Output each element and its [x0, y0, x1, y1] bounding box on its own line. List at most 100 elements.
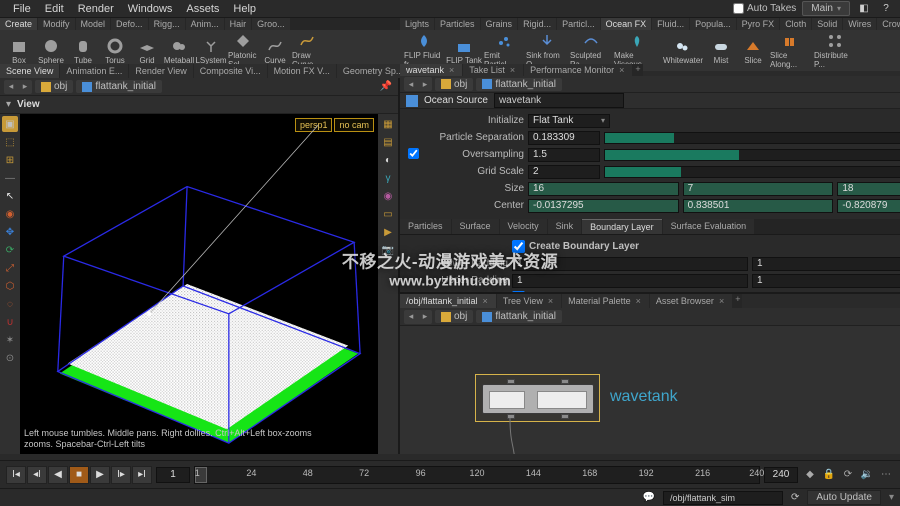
play-prevkey-icon[interactable]: ◂I — [27, 466, 47, 484]
play-end-icon[interactable]: ▸I — [132, 466, 152, 484]
tool-move-icon[interactable]: ✥ — [2, 224, 18, 240]
viewport-collapse-icon[interactable]: ▾ — [6, 99, 11, 110]
play-nextkey-icon[interactable]: I▸ — [111, 466, 131, 484]
tool-box[interactable]: Box — [4, 37, 34, 65]
tool-whitewater[interactable]: Whitewater — [662, 37, 704, 65]
help-icon[interactable]: ? — [878, 1, 894, 17]
np-nav-fwd[interactable]: ▸ — [418, 310, 432, 324]
ptab-sink[interactable]: Sink — [548, 219, 582, 234]
tl-lock-icon[interactable]: 🔒 — [821, 467, 837, 483]
tool-brush-icon[interactable]: ⬡ — [2, 278, 18, 294]
left-crumb-node[interactable]: flattank_initial — [76, 80, 162, 93]
pane-tab-takelist[interactable]: Take List× — [463, 64, 523, 76]
disp-gamma-icon[interactable]: γ — [380, 170, 396, 186]
np-crumb-node[interactable]: flattank_initial — [476, 310, 562, 323]
pane-tab-render-view[interactable]: Render View — [129, 64, 192, 78]
status-menu-icon[interactable]: ▾ — [889, 492, 894, 503]
center-x-input[interactable] — [528, 199, 679, 213]
auto-update-button[interactable]: Auto Update — [807, 490, 881, 505]
nptab-asset[interactable]: Asset Browser× — [650, 294, 732, 308]
psep-slider[interactable] — [604, 132, 900, 144]
node-graph-canvas[interactable]: wavetank — [400, 326, 900, 454]
oversamp-check[interactable] — [408, 148, 419, 159]
oversamp-input[interactable] — [528, 148, 600, 162]
center-y-input[interactable] — [683, 199, 834, 213]
shelf-tab-groo[interactable]: Groo... — [252, 18, 290, 30]
tool-handle-icon[interactable]: ⬚ — [2, 134, 18, 150]
tool-mist[interactable]: Mist — [706, 37, 736, 65]
play-stop-icon[interactable]: ■ — [69, 466, 89, 484]
shelf-tab-oceanfx[interactable]: Ocean FX — [601, 18, 652, 30]
pane-tab-geo-sp[interactable]: Geometry Sp... — [337, 64, 410, 78]
ru-nav-fwd[interactable]: ▸ — [418, 77, 432, 91]
tool-snap-icon[interactable]: ⊞ — [2, 152, 18, 168]
ptab-surface[interactable]: Surface — [452, 219, 499, 234]
shelf-tab-wires[interactable]: Wires — [843, 18, 876, 30]
disp-camera-icon[interactable]: 📷 — [380, 242, 396, 258]
psep-input[interactable] — [528, 131, 600, 145]
tl-realtime-icon[interactable]: ⟳ — [840, 467, 856, 483]
tl-options-icon[interactable]: ⋯ — [878, 467, 894, 483]
play-prev-icon[interactable]: ◀ — [48, 466, 68, 484]
frame-start-field[interactable]: 1 — [156, 467, 190, 483]
tool-orbit-icon[interactable]: ◉ — [2, 206, 18, 222]
shelf-tab-rigg[interactable]: Rigg... — [149, 18, 185, 30]
ptab-boundary[interactable]: Boundary Layer — [582, 219, 662, 234]
shelf-tab-grains[interactable]: Grains — [481, 18, 518, 30]
time-ruler[interactable]: 1 24 48 72 96 120 144 168 192 216 240 — [194, 466, 760, 484]
size-z-input[interactable] — [837, 182, 900, 196]
center-z-input[interactable] — [837, 199, 900, 213]
menu-file[interactable]: File — [6, 1, 38, 17]
shelf-tab-rigid[interactable]: Rigid... — [518, 18, 556, 30]
disp-region-icon[interactable]: ▭ — [380, 206, 396, 222]
left-path-pin-icon[interactable]: 📌 — [378, 79, 394, 95]
ptab-particles[interactable]: Particles — [400, 219, 451, 234]
gridscale-input[interactable] — [528, 165, 600, 179]
disp-render-icon[interactable]: ▶ — [380, 224, 396, 240]
tool-tube[interactable]: Tube — [68, 37, 98, 65]
tool-lsystem[interactable]: LSystem — [196, 37, 226, 65]
tool-compass-icon[interactable]: ✶ — [2, 332, 18, 348]
tool-lasso-icon[interactable]: ◌ — [2, 296, 18, 312]
tool-sphere[interactable]: Sphere — [36, 37, 66, 65]
shelf-tab-lights[interactable]: Lights — [400, 18, 434, 30]
shelf-tab-solid[interactable]: Solid — [812, 18, 842, 30]
initialize-dropdown[interactable]: Flat Tank▾ — [528, 114, 610, 128]
pane-tab-wavetank[interactable]: wavetank× — [400, 64, 462, 76]
status-path-field[interactable]: /obj/flattank_sim — [663, 491, 783, 505]
left-nav-fwd[interactable]: ▸ — [18, 80, 32, 94]
uppad-b-input[interactable] — [752, 274, 900, 288]
tool-metaball[interactable]: Metaball — [164, 37, 194, 65]
lowpad-a-input[interactable] — [512, 257, 748, 271]
pane-tab-scene-view[interactable]: Scene View — [0, 64, 59, 78]
tool-curve[interactable]: Curve — [260, 37, 290, 65]
disp-color-icon[interactable]: ◉ — [380, 188, 396, 204]
nptab-add[interactable]: + — [733, 294, 742, 308]
tool-scale-icon[interactable]: ⤢ — [2, 260, 18, 276]
pin-layout-icon[interactable]: ◧ — [856, 1, 872, 17]
ru-crumb-obj[interactable]: obj — [435, 78, 473, 91]
shelf-tab-popula[interactable]: Popula... — [690, 18, 736, 30]
frame-end-field[interactable]: 240 — [764, 467, 798, 483]
nptab-path[interactable]: /obj/flattank_initial× — [400, 294, 496, 308]
tl-audio-icon[interactable]: 🔉 — [859, 467, 875, 483]
shelf-tab-model[interactable]: Model — [76, 18, 111, 30]
disp-light-icon[interactable]: ◐ — [380, 152, 396, 168]
node-name-input[interactable] — [494, 93, 624, 108]
tool-torus[interactable]: Torus — [100, 37, 130, 65]
close-tab-wavetank[interactable]: × — [447, 65, 456, 75]
pane-tab-composite[interactable]: Composite Vi... — [194, 64, 267, 78]
shelf-tab-fluid[interactable]: Fluid... — [652, 18, 689, 30]
viewport-3d[interactable]: persp1 no cam — [20, 114, 378, 454]
uppad-a-input[interactable] — [512, 274, 748, 288]
np-crumb-obj[interactable]: obj — [435, 310, 473, 323]
status-refresh-icon[interactable]: ⟳ — [791, 492, 799, 503]
size-x-input[interactable] — [528, 182, 679, 196]
auto-takes-toggle[interactable]: Auto Takes — [733, 3, 796, 14]
tool-grid[interactable]: Grid — [132, 37, 162, 65]
pane-tab-anim-e[interactable]: Animation E... — [60, 64, 128, 78]
tool-arrow-icon[interactable]: ↖ — [2, 188, 18, 204]
tool-xform-icon[interactable]: — — [2, 170, 18, 186]
tool-select-icon[interactable]: ▣ — [2, 116, 18, 132]
left-crumb-obj[interactable]: obj — [35, 80, 73, 93]
